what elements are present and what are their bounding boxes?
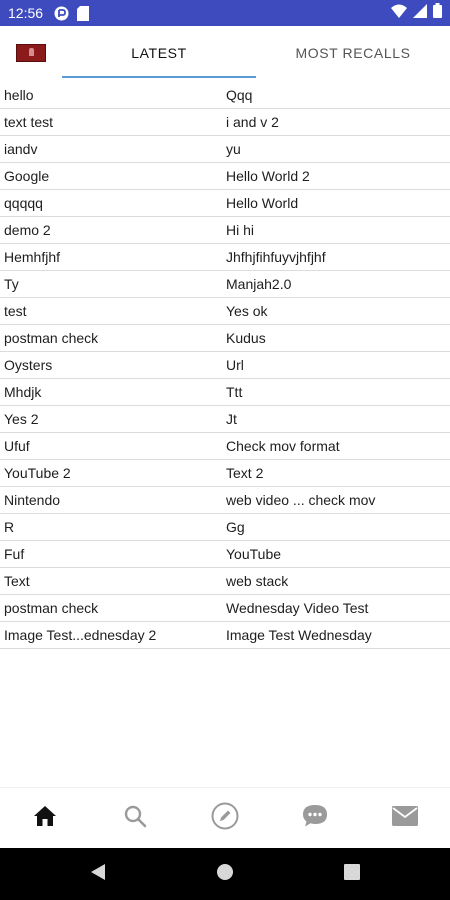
row-value: Text 2: [226, 465, 264, 481]
nav-mail[interactable]: [360, 788, 450, 848]
back-button[interactable]: [90, 863, 106, 886]
tab-latest[interactable]: LATEST: [62, 26, 256, 80]
signal-icon: [413, 3, 427, 23]
row-value: YouTube: [226, 546, 282, 562]
system-nav-bar: [0, 848, 450, 900]
row-value: Wednesday Video Test: [226, 600, 369, 616]
table-row[interactable]: test Yes ok: [0, 298, 450, 325]
chat-icon: [302, 804, 328, 833]
flag-icon[interactable]: [16, 44, 46, 62]
row-title: Mhdjk: [4, 384, 42, 400]
row-title: Google: [4, 168, 50, 184]
nav-search[interactable]: [90, 788, 180, 848]
row-value: web stack: [226, 573, 289, 589]
row-value: Jhfhjfihfuyvjhfjhf: [226, 249, 326, 265]
wifi-icon: [391, 4, 407, 23]
row-title: postman check: [4, 600, 99, 616]
table-row[interactable]: text test i and v 2: [0, 109, 450, 136]
nav-home[interactable]: [0, 788, 90, 848]
mail-icon: [392, 805, 418, 831]
tab-indicator: [62, 76, 256, 78]
row-value: Hello World: [226, 195, 299, 211]
table-row[interactable]: Nintendo web video ... check mov: [0, 487, 450, 514]
recalls-table: hello Qqq text test i and v 2 iandv yu Google H…: [0, 82, 450, 649]
row-title: Ty: [4, 276, 19, 292]
row-title: Fuf: [4, 546, 25, 562]
row-value: Hello World 2: [226, 168, 310, 184]
table-row[interactable]: demo 2 Hi hi: [0, 217, 450, 244]
row-title: demo 2: [4, 222, 51, 238]
row-value: Yes ok: [226, 303, 268, 319]
home-circle-icon: [216, 863, 234, 886]
row-title: iandv: [4, 141, 38, 157]
row-title: R: [4, 519, 15, 535]
row-title: Nintendo: [4, 492, 61, 508]
table-row[interactable]: Text web stack: [0, 568, 450, 595]
row-value: Hi hi: [226, 222, 255, 238]
nav-chat[interactable]: [270, 788, 360, 848]
row-title: Hemhfjhf: [4, 249, 61, 265]
row-value: Image Test Wednesday: [226, 627, 372, 643]
sd-card-icon: [75, 5, 91, 21]
table-row[interactable]: postman check Wednesday Video Test: [0, 595, 450, 622]
table-row[interactable]: iandv yu: [0, 136, 450, 163]
table-row[interactable]: YouTube 2 Text 2: [0, 460, 450, 487]
row-value: yu: [226, 141, 241, 157]
tab-most-recalls[interactable]: MOST RECALLS: [256, 26, 450, 80]
table-row[interactable]: Ty Manjah2.0: [0, 271, 450, 298]
table-row[interactable]: R Gg: [0, 514, 450, 541]
row-value: Qqq: [226, 87, 253, 103]
circle-app-icon: [53, 5, 69, 21]
row-title: test: [4, 303, 27, 319]
row-title: postman check: [4, 330, 99, 346]
row-value: Ttt: [226, 384, 243, 400]
row-title: Ufuf: [4, 438, 30, 454]
table-row[interactable]: Ufuf Check mov format: [0, 433, 450, 460]
battery-icon: [433, 3, 442, 23]
row-value: Manjah2.0: [226, 276, 292, 292]
search-icon: [123, 804, 147, 833]
status-time: 12:56: [8, 5, 44, 21]
row-title: Yes 2: [4, 411, 39, 427]
status-right-icons: [391, 3, 442, 23]
row-title: text test: [4, 114, 54, 130]
row-title: qqqqq: [4, 195, 43, 211]
row-value: i and v 2: [226, 114, 279, 130]
back-icon: [90, 863, 106, 886]
row-value: web video ... check mov: [226, 492, 376, 508]
row-title: Image Test...ednesday 2: [4, 627, 157, 643]
table-row[interactable]: Hemhfjhf Jhfhjfihfuyvjhfjhf: [0, 244, 450, 271]
bottom-nav: [0, 787, 450, 848]
row-value: Url: [226, 357, 244, 373]
row-title: hello: [4, 87, 34, 103]
table-row[interactable]: postman check Kudus: [0, 325, 450, 352]
row-title: Oysters: [4, 357, 53, 373]
table-row[interactable]: Yes 2 Jt: [0, 406, 450, 433]
table-row[interactable]: Mhdjk Ttt: [0, 379, 450, 406]
status-bar: 12:56: [0, 0, 450, 26]
row-value: Check mov format: [226, 438, 340, 454]
table-row[interactable]: Fuf YouTube: [0, 541, 450, 568]
tab-bar: LATEST MOST RECALLS: [0, 26, 450, 80]
row-title: YouTube 2: [4, 465, 71, 481]
recents-icon: [344, 863, 360, 885]
nav-compose[interactable]: [180, 788, 270, 848]
table-row[interactable]: hello Qqq: [0, 82, 450, 109]
row-value: Gg: [226, 519, 245, 535]
table-row[interactable]: Google Hello World 2: [0, 163, 450, 190]
home-system-button[interactable]: [216, 863, 234, 886]
table-row[interactable]: Image Test...ednesday 2 Image Test Wednes…: [0, 622, 450, 649]
recents-button[interactable]: [344, 863, 360, 885]
row-value: Kudus: [226, 330, 266, 346]
row-value: Jt: [226, 411, 237, 427]
row-title: Text: [4, 573, 30, 589]
compose-icon: [211, 802, 239, 835]
table-row[interactable]: qqqqq Hello World: [0, 190, 450, 217]
home-icon: [33, 805, 57, 832]
table-row[interactable]: Oysters Url: [0, 352, 450, 379]
